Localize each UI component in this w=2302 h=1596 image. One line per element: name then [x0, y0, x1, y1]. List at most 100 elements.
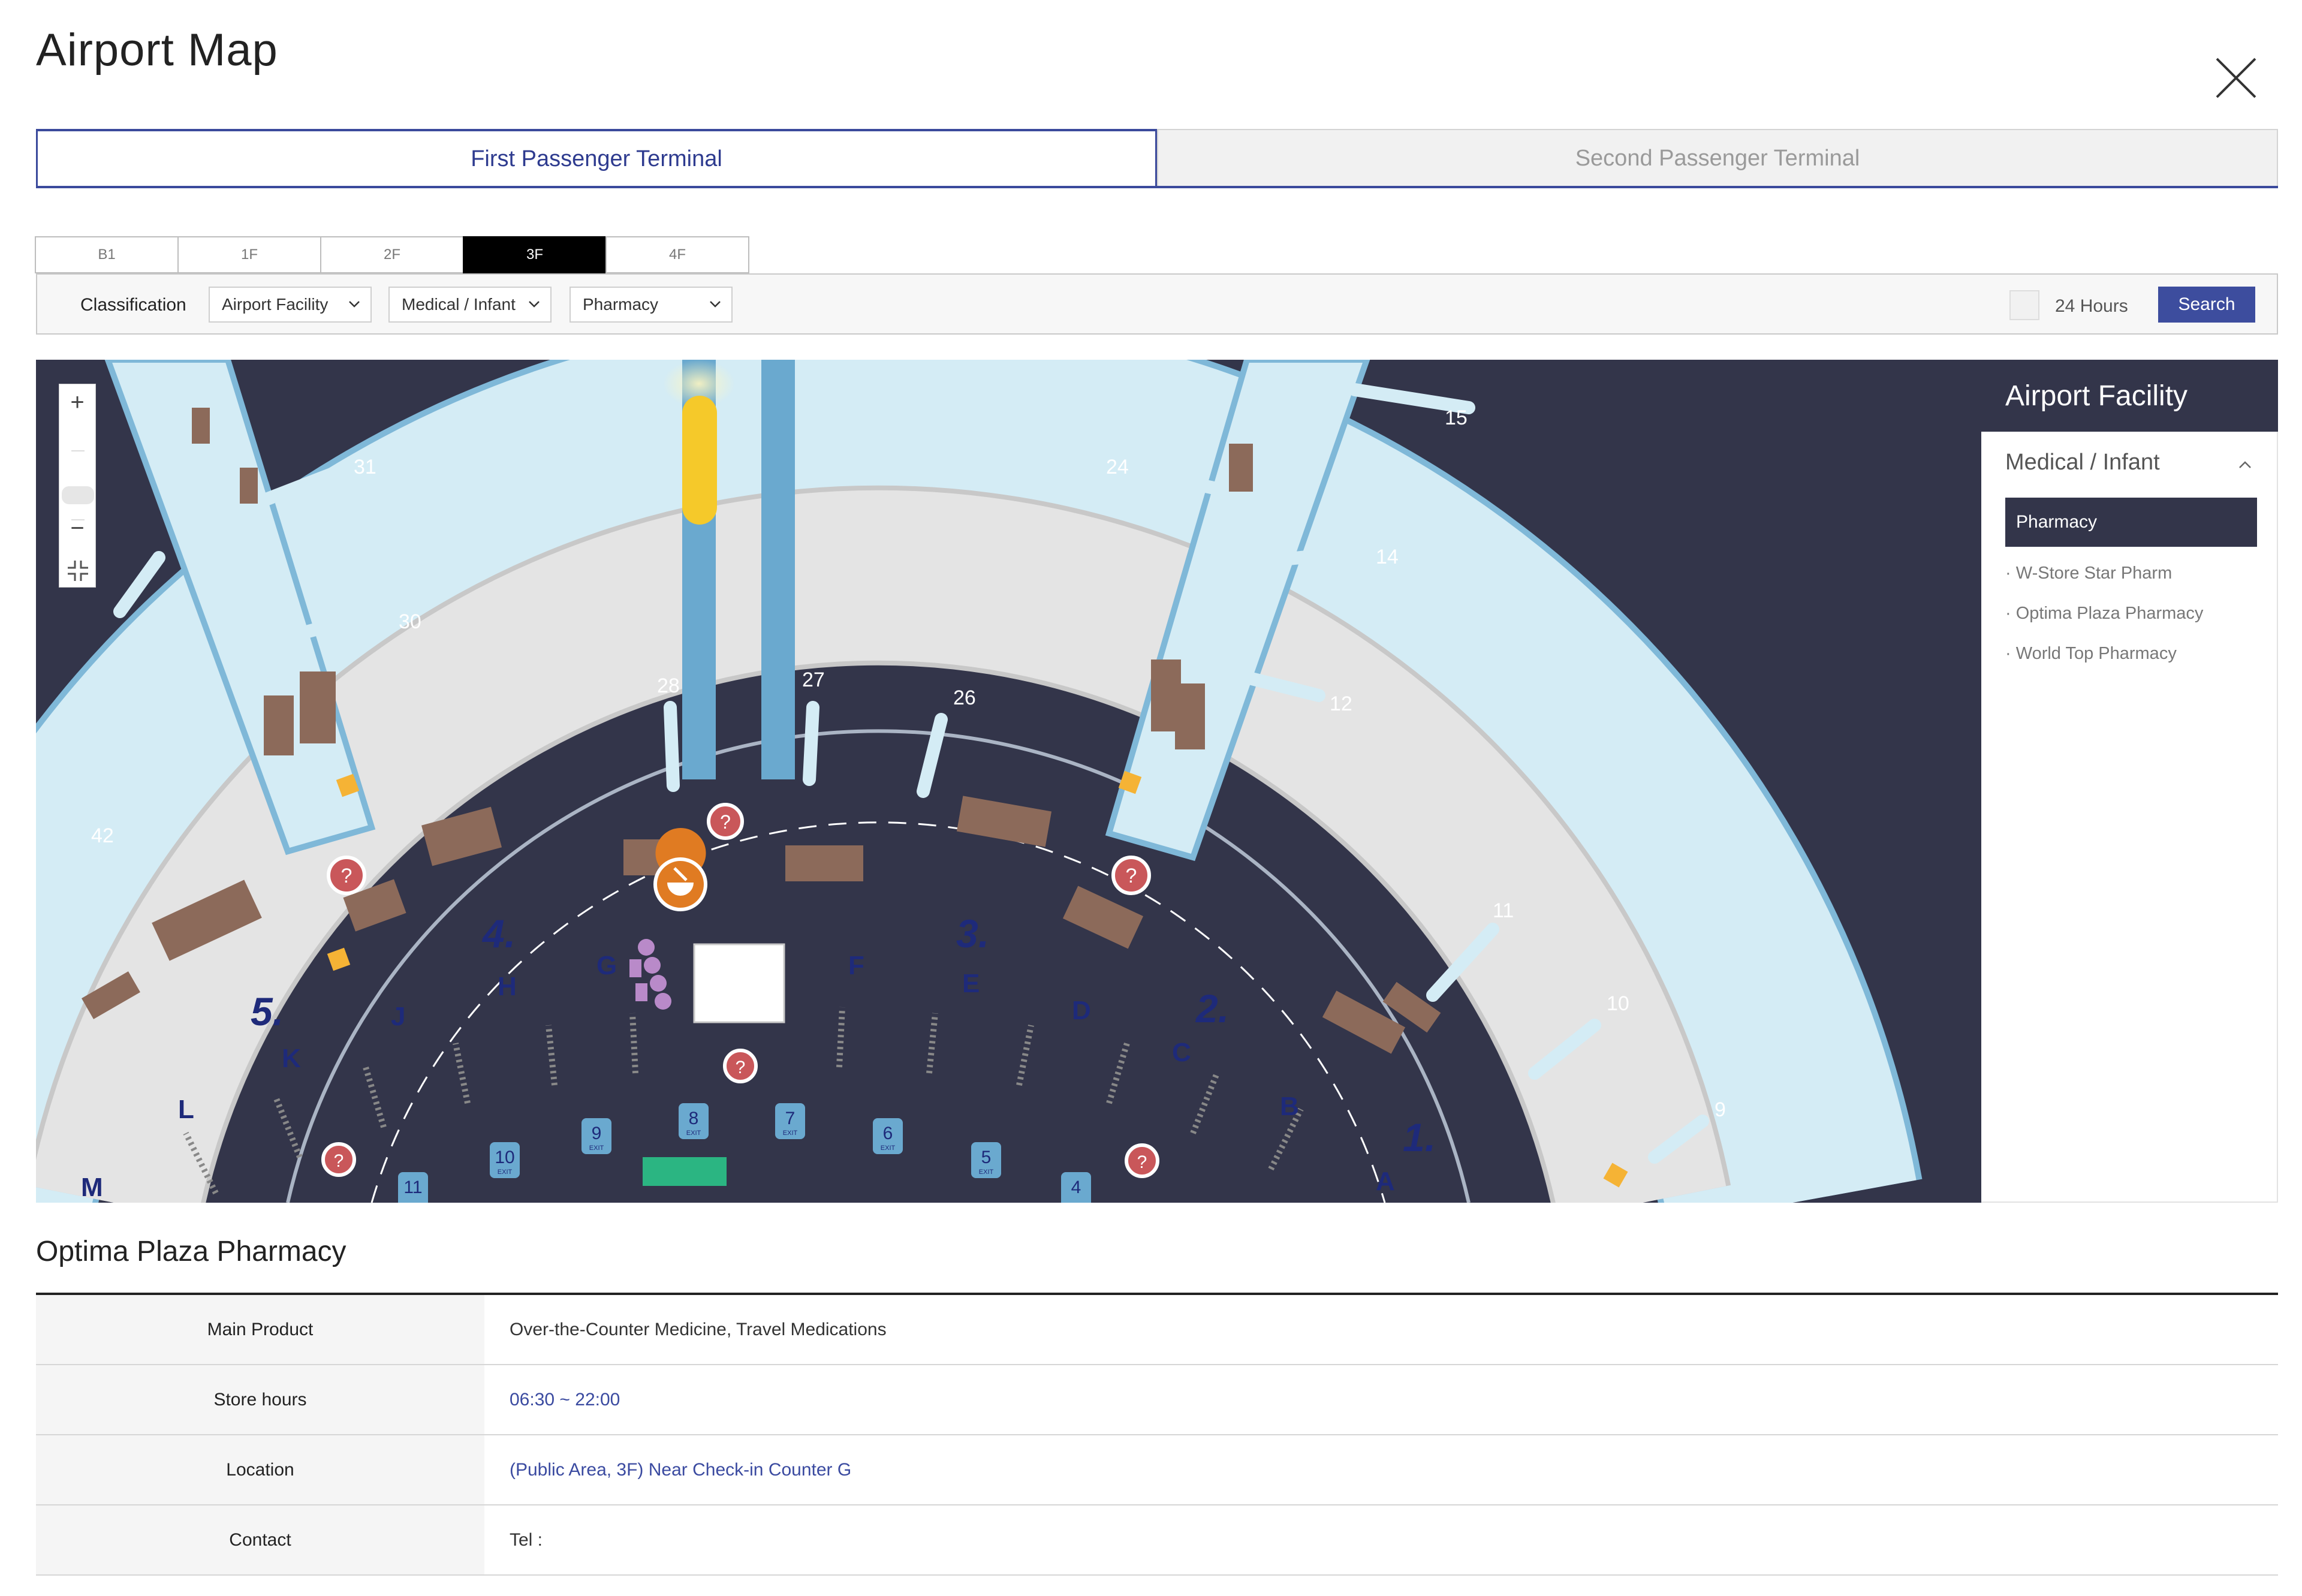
info-marker[interactable]: ?	[1111, 856, 1151, 895]
chevron-down-icon	[710, 301, 721, 308]
chevron-up-icon[interactable]	[2236, 456, 2254, 474]
bullet-icon: ·	[2005, 604, 2016, 623]
select-facility[interactable]: Airport Facility	[209, 287, 372, 323]
collapse-icon[interactable]	[65, 558, 91, 583]
row-label: Main Product	[36, 1295, 484, 1364]
floor-tab-3f[interactable]: 3F	[463, 236, 607, 273]
zoom-in-button[interactable]: +	[59, 384, 95, 420]
check-in-row: G	[596, 951, 617, 980]
svg-text:?: ?	[341, 865, 352, 887]
check-in-row: F	[848, 951, 864, 980]
gate-number: 30	[399, 610, 421, 633]
floor-tab-4f[interactable]: 4F	[605, 236, 749, 273]
exit-number: 8	[689, 1109, 699, 1128]
zone-number: 2.	[1195, 986, 1229, 1031]
zoom-tick	[71, 450, 85, 451]
tab-second-terminal[interactable]: Second Passenger Terminal	[1157, 129, 2278, 186]
zone-number: 4.	[481, 911, 516, 956]
exit-number: 10	[495, 1148, 514, 1167]
chevron-down-icon	[349, 301, 360, 308]
info-marker[interactable]: ?	[1125, 1143, 1159, 1178]
sidebar-item-pharmacy[interactable]: · W-Store Star Pharm	[2005, 564, 2172, 583]
sidebar-category[interactable]: Medical / Infant	[2005, 450, 2160, 475]
bullet-icon: ·	[2005, 564, 2016, 583]
exit-marker: 10 EXIT	[490, 1142, 520, 1178]
24-hours-label: 24 Hours	[2055, 296, 2128, 316]
select-category-value: Medical / Infant	[402, 295, 516, 314]
exit-marker: 6 EXIT	[873, 1118, 903, 1154]
gate-number: 24	[1106, 456, 1129, 478]
info-marker[interactable]: ?	[327, 856, 366, 895]
gate-number: 31	[354, 456, 376, 478]
classification-label: Classification	[80, 295, 186, 315]
select-category[interactable]: Medical / Infant	[388, 287, 552, 323]
exit-marker: 9 EXIT	[581, 1118, 611, 1154]
tab-first-terminal[interactable]: First Passenger Terminal	[36, 129, 1157, 186]
sidebar-heading: Airport Facility	[1981, 360, 2278, 432]
zone-number: 5.	[251, 989, 284, 1034]
exit-label: EXIT	[589, 1145, 604, 1152]
gate-number: 14	[1376, 546, 1399, 568]
check-in-row: E	[962, 969, 980, 998]
table-row: Location (Public Area, 3F) Near Check-in…	[36, 1435, 2278, 1505]
floor-tab-1f[interactable]: 1F	[177, 236, 321, 273]
exit-label: EXIT	[979, 1169, 994, 1176]
table-row: Contact Tel :	[36, 1505, 2278, 1576]
exit-marker: 7 EXIT	[775, 1103, 805, 1139]
sidebar-item-label: World Top Pharmacy	[2015, 644, 2177, 663]
table-row: Store hours 06:30 ~ 22:00	[36, 1365, 2278, 1435]
gate-number: 26	[953, 686, 976, 709]
tab-underline	[36, 186, 2278, 188]
gate-number: 9	[1715, 1098, 1726, 1121]
exit-number: 7	[785, 1109, 796, 1128]
sidebar-item-pharmacy[interactable]: · Optima Plaza Pharmacy	[2005, 604, 2203, 624]
24-hours-checkbox[interactable]	[2009, 290, 2039, 320]
exit-marker: 4	[1061, 1172, 1091, 1203]
svg-text:?: ?	[736, 1058, 746, 1077]
select-subcategory[interactable]: Pharmacy	[570, 287, 733, 323]
gate-number: 10	[1607, 992, 1629, 1015]
exit-marker: 5 EXIT	[971, 1142, 1001, 1178]
zoom-out-button[interactable]: −	[59, 510, 95, 546]
row-value: Tel :	[510, 1529, 543, 1550]
filter-bar: Classification Airport Facility Medical …	[36, 273, 2278, 335]
row-label: Location	[36, 1435, 484, 1504]
pharmacy-marker-icon[interactable]	[653, 828, 707, 914]
gate-number: 42	[91, 824, 114, 847]
zone-number: 1.	[1403, 1115, 1436, 1160]
check-in-row: J	[391, 1002, 405, 1031]
search-button[interactable]: Search	[2158, 287, 2255, 323]
exit-number: 9	[592, 1124, 602, 1143]
zoom-slider-handle[interactable]	[62, 486, 94, 504]
row-value: Over-the-Counter Medicine, Travel Medica…	[510, 1319, 887, 1339]
exit-marker: 8 EXIT	[679, 1103, 709, 1139]
row-label: Store hours	[36, 1365, 484, 1434]
sidebar-selected-subcategory[interactable]: Pharmacy	[2005, 498, 2257, 547]
check-in-row: B	[1280, 1092, 1299, 1121]
terminal-floor-plan[interactable]: ? ? ? ? ? ? 31 30 42 28 27 26 24 15 14 1…	[36, 360, 1981, 1203]
bullet-icon: ·	[2005, 644, 2016, 663]
select-subcategory-value: Pharmacy	[583, 295, 659, 314]
gate-number: 12	[1330, 692, 1352, 715]
info-marker[interactable]: ?	[707, 803, 744, 840]
exit-number: 5	[981, 1148, 992, 1167]
zoom-control: + −	[59, 384, 96, 588]
row-value: (Public Area, 3F) Near Check-in Counter …	[510, 1459, 852, 1480]
airport-map[interactable]: ? ? ? ? ? ? 31 30 42 28 27 26 24 15 14 1…	[36, 360, 1981, 1203]
info-marker[interactable]: ?	[723, 1049, 758, 1083]
sidebar-item-pharmacy[interactable]: · World Top Pharmacy	[2005, 644, 2177, 664]
floor-tab-2f[interactable]: 2F	[320, 236, 464, 273]
floor-tab-b1[interactable]: B1	[35, 236, 179, 273]
gate-number: 15	[1445, 406, 1468, 429]
svg-text:?: ?	[1126, 865, 1137, 887]
check-in-row: A	[1376, 1167, 1395, 1196]
check-in-row: D	[1072, 996, 1091, 1025]
close-icon[interactable]	[2212, 54, 2260, 102]
info-marker[interactable]: ?	[321, 1142, 356, 1177]
svg-text:?: ?	[720, 811, 731, 833]
svg-text:?: ?	[334, 1151, 344, 1171]
row-value: 06:30 ~ 22:00	[510, 1389, 620, 1410]
facility-sidebar: Airport Facility Medical / Infant Pharma…	[1981, 360, 2278, 1203]
row-label: Contact	[36, 1505, 484, 1574]
place-name: Optima Plaza Pharmacy	[36, 1236, 346, 1267]
